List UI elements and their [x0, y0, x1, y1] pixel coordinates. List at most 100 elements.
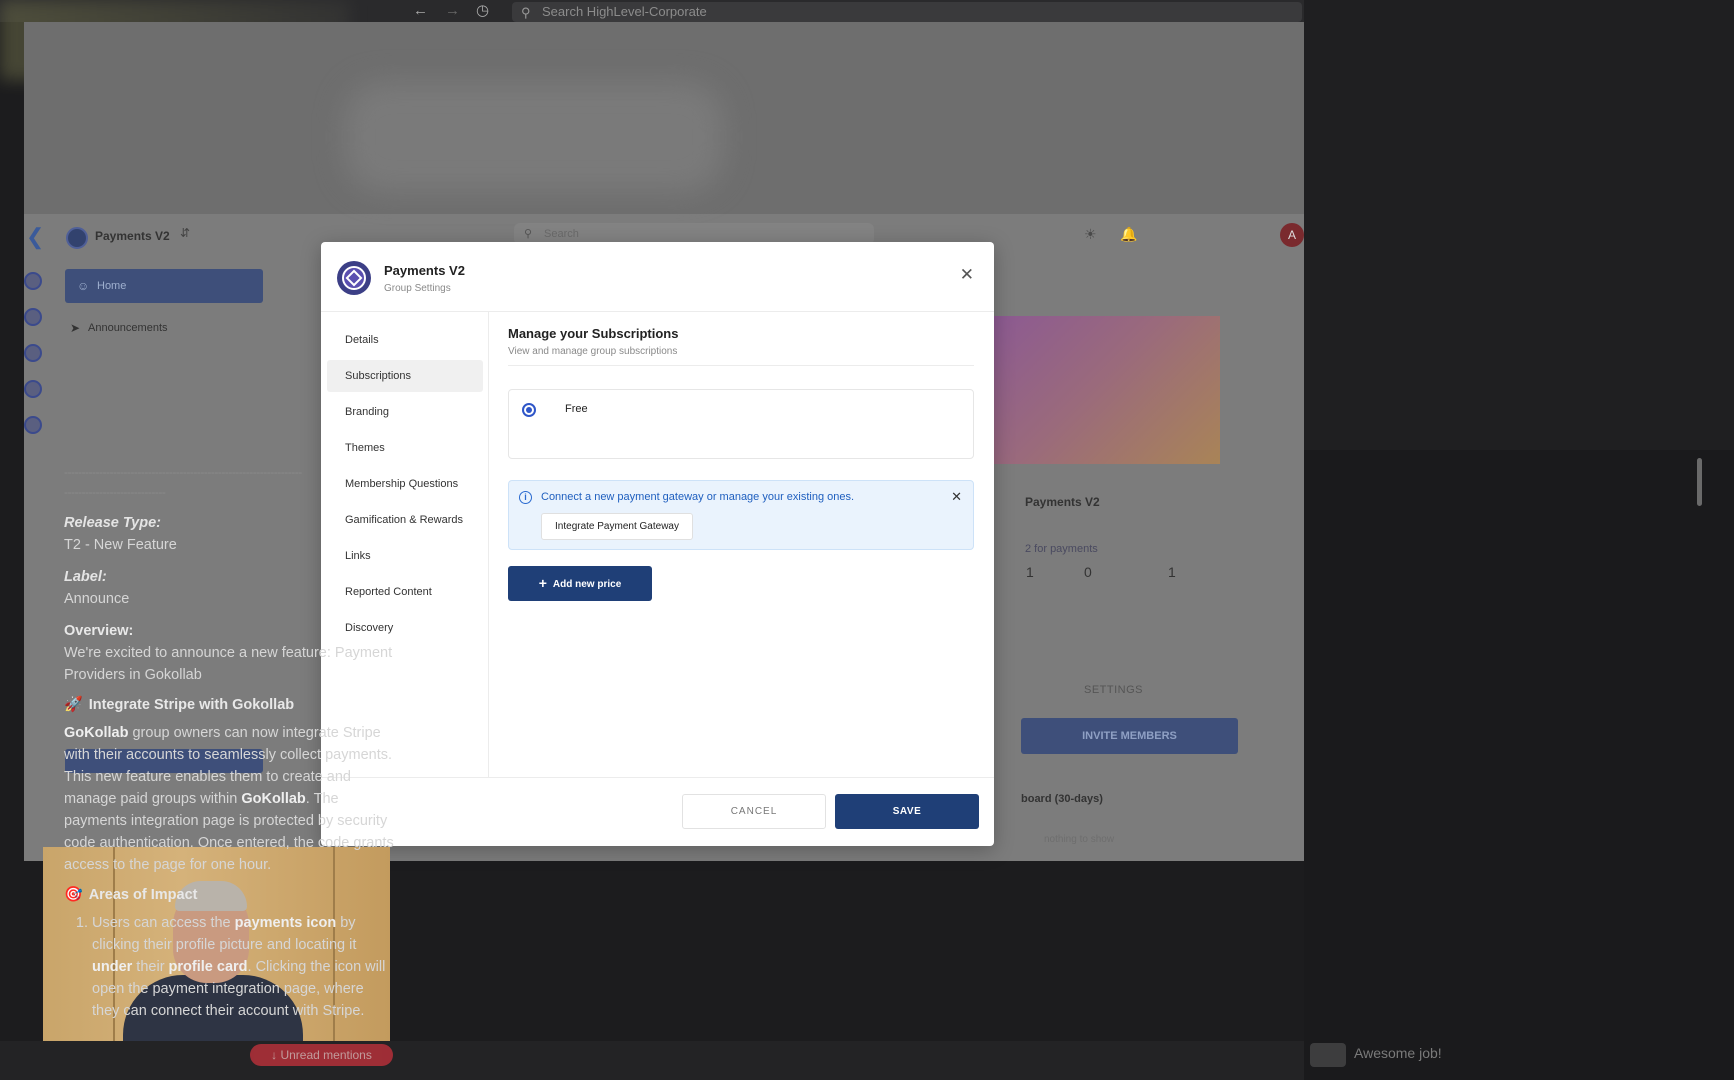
group-settings-modal: Payments V2 Group Settings ✕ Details Sub… — [321, 242, 994, 846]
target-icon: 🎯 — [64, 886, 83, 903]
label-block: Label: Announce — [64, 566, 394, 610]
areas-heading: 🎯 Areas of Impact — [64, 884, 394, 906]
integrate-heading: 🚀 Integrate Stripe with Gokollab — [64, 694, 394, 716]
release-type-value: T2 - New Feature — [64, 537, 177, 553]
save-button[interactable]: SAVE — [835, 794, 979, 829]
blurred-shape — [344, 82, 724, 192]
section-subtitle: View and manage group subscriptions — [508, 346, 678, 357]
group-logo — [66, 227, 88, 249]
release-type-label: Release Type: — [64, 515, 161, 531]
group-switcher-label[interactable]: Payments V2 — [95, 229, 170, 243]
plus-icon: + — [538, 575, 547, 591]
rail-group-icon[interactable] — [24, 344, 42, 362]
rail-group-icon[interactable] — [24, 380, 42, 398]
price-option-label: Free — [565, 403, 588, 415]
close-icon[interactable]: ✕ — [951, 489, 962, 505]
list-text: Users can access the — [92, 915, 235, 931]
group-description: 2 for payments — [1025, 543, 1098, 555]
user-icon: ☺ — [77, 279, 90, 293]
info-icon: i — [519, 491, 532, 504]
bold-text: payments icon — [234, 915, 337, 931]
search-placeholder: Search HighLevel-Corporate — [542, 4, 707, 19]
add-new-price-button[interactable]: + Add new price — [508, 566, 652, 601]
sidebar-item-branding[interactable]: Branding — [327, 396, 483, 428]
bell-icon[interactable]: 🔔 — [1120, 226, 1137, 243]
rail-group-icon[interactable] — [24, 308, 42, 326]
bold-text: profile card — [168, 959, 248, 975]
alert-text: Connect a new payment gateway or manage … — [541, 491, 855, 503]
sidebar-item-details[interactable]: Details — [327, 324, 483, 356]
list-text: their — [132, 959, 169, 975]
avatar — [1310, 1043, 1346, 1067]
sidebar-item-themes[interactable]: Themes — [327, 432, 483, 464]
scrollbar[interactable] — [1697, 458, 1702, 506]
modal-footer: CANCEL SAVE — [321, 777, 994, 846]
divider-line: ----------------------------------------… — [64, 465, 302, 479]
forward-arrow-icon[interactable]: → — [445, 3, 460, 19]
rail-group-icon[interactable] — [24, 272, 42, 290]
cancel-button[interactable]: CANCEL — [682, 794, 826, 829]
sidebar-item-label: Announcements — [88, 322, 168, 334]
rail-group-icon[interactable] — [24, 416, 42, 434]
sidebar-item-label: Home — [97, 280, 127, 292]
payment-gateway-alert: i Connect a new payment gateway or manag… — [508, 480, 974, 550]
search-placeholder: Search — [544, 228, 579, 240]
button-label: Add new price — [552, 579, 622, 590]
sidebar-item-announcements[interactable]: ➤ Announcements — [70, 321, 168, 335]
bottom-strip — [0, 1041, 1304, 1080]
list-item: Users can access the payments icon by cl… — [92, 912, 394, 1022]
heading-text: Areas of Impact — [88, 887, 198, 903]
modal-title: Payments V2 — [384, 263, 465, 278]
blurred-region — [1304, 0, 1734, 450]
label-value: Announce — [64, 591, 130, 607]
chevron-up-down-icon[interactable]: ⇵ — [180, 226, 190, 240]
stat-online: 0 — [1084, 564, 1092, 580]
workspace-search-input[interactable]: ⚲ Search HighLevel-Corporate — [512, 2, 1302, 22]
bold-text: GoKollab — [241, 791, 306, 807]
integrate-paragraph: GoKollab group owners can now integrate … — [64, 722, 394, 876]
megaphone-icon: ➤ — [70, 321, 81, 335]
close-icon[interactable]: ✕ — [960, 266, 974, 284]
stat-members: 1 — [1026, 564, 1034, 580]
browser-toolbar: ← → ◷ ⚲ Search HighLevel-Corporate — [0, 0, 1304, 80]
bold-text: under — [92, 959, 133, 975]
bold-text: GoKollab — [64, 725, 129, 741]
invite-members-button[interactable]: INVITE MEMBERS — [1021, 718, 1238, 754]
group-title: Payments V2 — [1025, 495, 1100, 509]
settings-tab[interactable]: SETTINGS — [1084, 684, 1143, 696]
stat-admins: 1 — [1168, 564, 1176, 580]
group-banner-image — [994, 316, 1220, 464]
unread-mentions-pill[interactable]: ↓ Unread mentions — [250, 1044, 393, 1066]
reply-preview-text: Awesome job! — [1354, 1045, 1442, 1061]
theme-sun-icon[interactable]: ☀ — [1084, 226, 1097, 243]
rocket-icon: 🚀 — [64, 696, 83, 713]
group-logo-icon — [337, 261, 371, 295]
integrate-payment-gateway-button[interactable]: Integrate Payment Gateway — [541, 513, 693, 540]
release-notes-content: ----------------------------------------… — [64, 462, 394, 1022]
modal-subtitle: Group Settings — [384, 283, 451, 294]
back-arrow-icon[interactable]: ← — [413, 3, 428, 19]
label-label: Label: — [64, 569, 107, 585]
price-radio[interactable] — [522, 403, 536, 417]
release-notes-panel — [1304, 0, 1734, 1080]
subscriptions-panel: Manage your Subscriptions View and manag… — [490, 312, 994, 777]
divider — [508, 365, 974, 366]
impact-list: Users can access the payments icon by cl… — [64, 912, 394, 1022]
overview-label: Overview: — [64, 623, 134, 639]
unread-mentions-label: Unread mentions — [280, 1048, 372, 1062]
section-title: Manage your Subscriptions — [508, 326, 679, 341]
sidebar-item-home[interactable]: ☺ Home — [65, 269, 263, 303]
leaderboard-empty-text: nothing to show — [1044, 834, 1115, 845]
price-option-card[interactable]: Free — [508, 389, 974, 459]
search-icon: ⚲ — [521, 5, 531, 20]
avatar[interactable]: A — [1280, 223, 1304, 247]
overview-text: We're excited to announce a new feature:… — [64, 645, 393, 683]
release-type-block: Release Type: T2 - New Feature — [64, 512, 394, 556]
history-clock-icon[interactable]: ◷ — [476, 3, 489, 19]
sidebar-item-subscriptions[interactable]: Subscriptions — [327, 360, 483, 392]
collapse-chevron-icon[interactable]: ❮ — [26, 224, 44, 250]
divider-line: ----------------------------- — [64, 485, 166, 499]
leaderboard-heading: board (30-days) — [1021, 793, 1103, 805]
overview-block: Overview: We're excited to announce a ne… — [64, 620, 394, 686]
heading-text: Integrate Stripe with Gokollab — [88, 697, 295, 713]
